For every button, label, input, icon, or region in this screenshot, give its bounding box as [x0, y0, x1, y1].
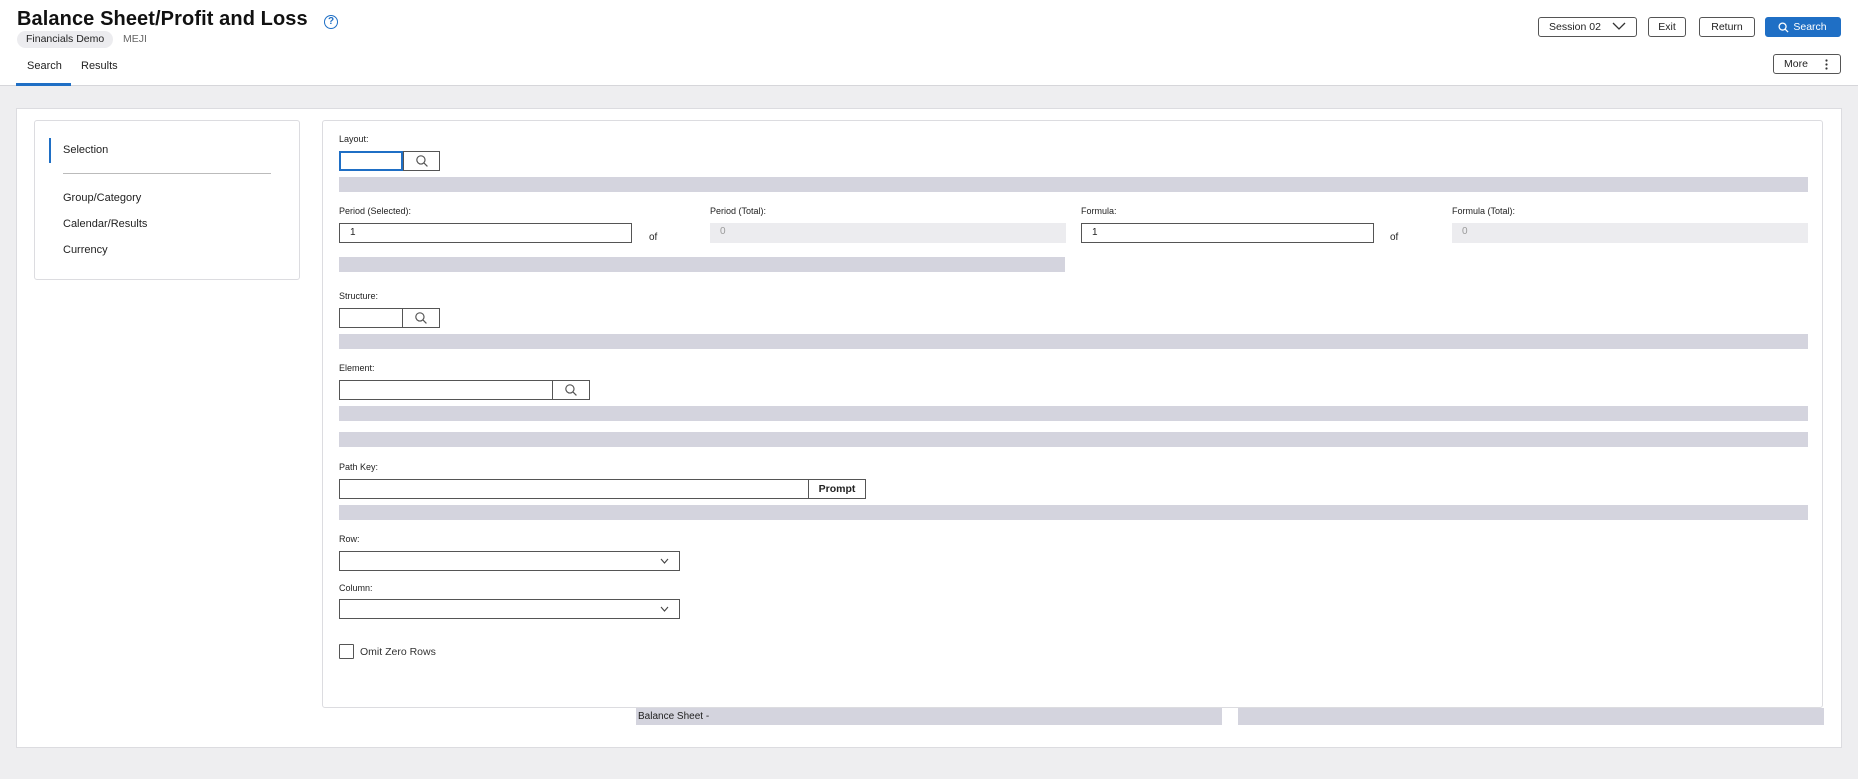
formula-total-label: Formula (Total): — [1452, 206, 1516, 216]
formula-total-field: 0 — [1452, 223, 1808, 243]
session-label: Session 02 — [1549, 21, 1601, 33]
period-selected-label: Period (Selected): — [339, 206, 412, 216]
user-label: MEJI — [123, 33, 147, 45]
element-label: Element: — [339, 363, 375, 373]
section-nav: Selection Group/Category Calendar/Result… — [34, 120, 300, 280]
element-description-bar — [339, 406, 1808, 421]
omit-zero-rows-label: Omit Zero Rows — [360, 646, 436, 658]
return-button[interactable]: Return — [1699, 17, 1755, 37]
tab-results[interactable]: Results — [81, 60, 118, 72]
formula-input[interactable]: 1 — [1081, 223, 1374, 243]
period-total-field: 0 — [710, 223, 1066, 243]
formula-of-label: of — [1390, 232, 1399, 243]
active-tab-indicator — [16, 83, 71, 86]
search-button[interactable]: Search — [1765, 17, 1841, 37]
layout-lookup-button[interactable] — [403, 151, 440, 171]
period-total-label: Period (Total): — [710, 206, 767, 216]
layout-description-bar — [339, 177, 1808, 192]
path-key-description-bar — [339, 505, 1808, 520]
period-selected-input[interactable]: 1 — [339, 223, 632, 243]
structure-input[interactable] — [339, 308, 403, 328]
environment-badge: Financials Demo — [17, 31, 114, 48]
search-icon — [415, 312, 427, 324]
element-input[interactable] — [339, 380, 553, 400]
path-key-input[interactable] — [339, 479, 809, 499]
search-icon — [1778, 22, 1789, 33]
chevron-down-icon — [1612, 22, 1626, 30]
nav-item-calendar-results[interactable]: Calendar/Results — [63, 218, 147, 230]
search-icon — [565, 384, 577, 396]
more-button[interactable]: More — [1773, 54, 1841, 74]
session-dropdown-button[interactable]: Session 02 — [1538, 17, 1637, 37]
structure-description-bar — [339, 334, 1808, 349]
kebab-icon — [1825, 59, 1828, 70]
path-key-prompt-button[interactable]: Prompt — [808, 479, 866, 499]
nav-divider — [63, 173, 271, 174]
page-title: Balance Sheet/Profit and Loss — [17, 8, 308, 30]
selection-form: Layout: Period (Selected): 1 of Period (… — [322, 120, 1823, 708]
element-description-bar-2 — [339, 432, 1808, 447]
period-description-bar — [339, 257, 1065, 272]
structure-lookup-button[interactable] — [402, 308, 440, 328]
path-key-label: Path Key: — [339, 462, 379, 472]
element-lookup-button[interactable] — [552, 380, 590, 400]
active-section-indicator — [49, 138, 51, 163]
period-of-label: of — [649, 232, 658, 243]
layout-label: Layout: — [339, 134, 369, 144]
column-select[interactable] — [339, 599, 680, 619]
footer-status-left: Balance Sheet - — [636, 708, 1222, 725]
omit-zero-rows-checkbox[interactable] — [339, 644, 354, 659]
chevron-down-icon — [660, 606, 669, 612]
nav-item-selection[interactable]: Selection — [63, 144, 108, 156]
column-label: Column: — [339, 583, 373, 593]
more-label: More — [1784, 58, 1808, 70]
nav-item-group-category[interactable]: Group/Category — [63, 192, 141, 204]
footer-status-right — [1238, 708, 1824, 725]
app-header: Balance Sheet/Profit and Loss ? Financia… — [0, 0, 1858, 86]
row-label: Row: — [339, 534, 360, 544]
nav-item-currency[interactable]: Currency — [63, 244, 108, 256]
search-icon — [415, 155, 428, 167]
tab-search[interactable]: Search — [27, 60, 62, 72]
chevron-down-icon — [660, 558, 669, 564]
layout-input[interactable] — [339, 151, 403, 171]
search-button-label: Search — [1793, 21, 1827, 33]
help-icon[interactable]: ? — [324, 15, 338, 29]
row-select[interactable] — [339, 551, 680, 571]
formula-label: Formula: — [1081, 206, 1117, 216]
exit-button[interactable]: Exit — [1648, 17, 1686, 37]
structure-label: Structure: — [339, 291, 379, 301]
